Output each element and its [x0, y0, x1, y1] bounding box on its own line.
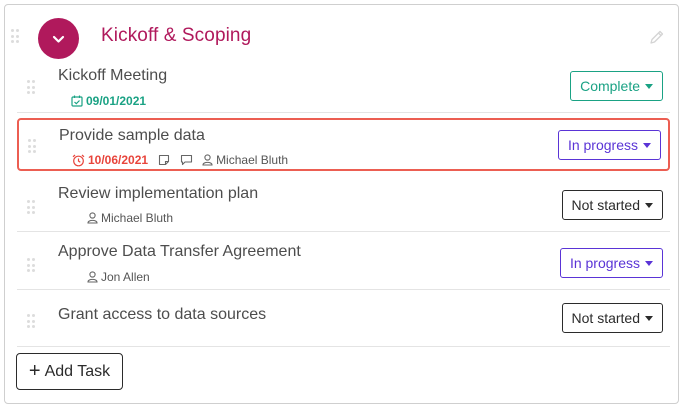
assignee: Michael Bluth [87, 211, 173, 225]
task-drag-handle[interactable] [27, 258, 35, 272]
assignee-name: Jon Allen [101, 270, 150, 284]
user-icon [202, 154, 213, 166]
add-task-label: Add Task [44, 362, 111, 380]
task-drag-handle[interactable] [28, 139, 36, 153]
assignee-name: Michael Bluth [216, 153, 289, 167]
task-row[interactable]: Grant access to data sources Not started [17, 290, 670, 347]
task-meta: Jon Allen [87, 270, 150, 284]
note-icon[interactable] [158, 154, 170, 166]
task-meta: 09/01/2021 [71, 94, 146, 108]
task-row[interactable]: Approve Data Transfer Agreement Jon Alle… [17, 233, 670, 290]
task-title[interactable]: Approve Data Transfer Agreement [58, 243, 301, 261]
task-title[interactable]: Grant access to data sources [58, 306, 266, 324]
status-label: Not started [571, 310, 640, 326]
status-dropdown[interactable]: In progress [557, 130, 661, 160]
status-dropdown[interactable]: Complete [570, 71, 663, 101]
due-date: 10/06/2021 [88, 153, 149, 167]
user-icon [87, 212, 98, 224]
plus-icon: + [28, 359, 41, 382]
task-title[interactable]: Kickoff Meeting [58, 67, 167, 85]
assignee: Michael Bluth [202, 153, 288, 167]
add-task-button[interactable]: + Add Task [16, 353, 123, 390]
task-drag-handle[interactable] [27, 200, 35, 214]
status-label: Not started [571, 197, 640, 213]
task-meta: 10/06/2021 Michael Bluth [72, 153, 288, 167]
calendar-check-icon [71, 95, 83, 107]
due-date: 09/01/2021 [86, 94, 147, 108]
status-dropdown[interactable]: In progress [559, 248, 663, 278]
section-title: Kickoff & Scoping [101, 25, 252, 46]
status-label: Complete [580, 78, 640, 94]
assignee: Jon Allen [87, 270, 150, 284]
chevron-down-icon [52, 35, 65, 43]
task-meta: Michael Bluth [87, 211, 173, 225]
status-dropdown[interactable]: Not started [561, 190, 663, 220]
task-row[interactable]: Kickoff Meeting 09/01/2021 Complete [17, 56, 670, 113]
status-label: In progress [567, 137, 638, 153]
status-label: In progress [569, 255, 640, 271]
alarm-clock-icon [72, 154, 85, 166]
assignee-name: Michael Bluth [101, 211, 174, 225]
caret-down-icon [643, 142, 651, 148]
task-drag-handle[interactable] [27, 314, 35, 328]
status-dropdown[interactable]: Not started [561, 303, 663, 333]
comment-icon[interactable] [180, 154, 193, 166]
pencil-icon[interactable] [649, 29, 665, 45]
task-title[interactable]: Provide sample data [59, 127, 205, 145]
collapse-section-button[interactable] [38, 18, 79, 59]
task-section-card: Kickoff & Scoping Kickoff Meeting 09/01/… [4, 4, 679, 404]
user-icon [87, 271, 98, 283]
caret-down-icon [645, 315, 653, 321]
task-drag-handle[interactable] [27, 80, 35, 94]
caret-down-icon [645, 202, 653, 208]
section-drag-handle[interactable] [11, 29, 19, 43]
task-row[interactable]: Provide sample data 10/06/2021 Michael B… [17, 118, 670, 171]
task-row[interactable]: Review implementation plan Michael Bluth… [17, 175, 670, 232]
caret-down-icon [645, 83, 653, 89]
task-title[interactable]: Review implementation plan [58, 185, 258, 203]
caret-down-icon [645, 260, 653, 266]
